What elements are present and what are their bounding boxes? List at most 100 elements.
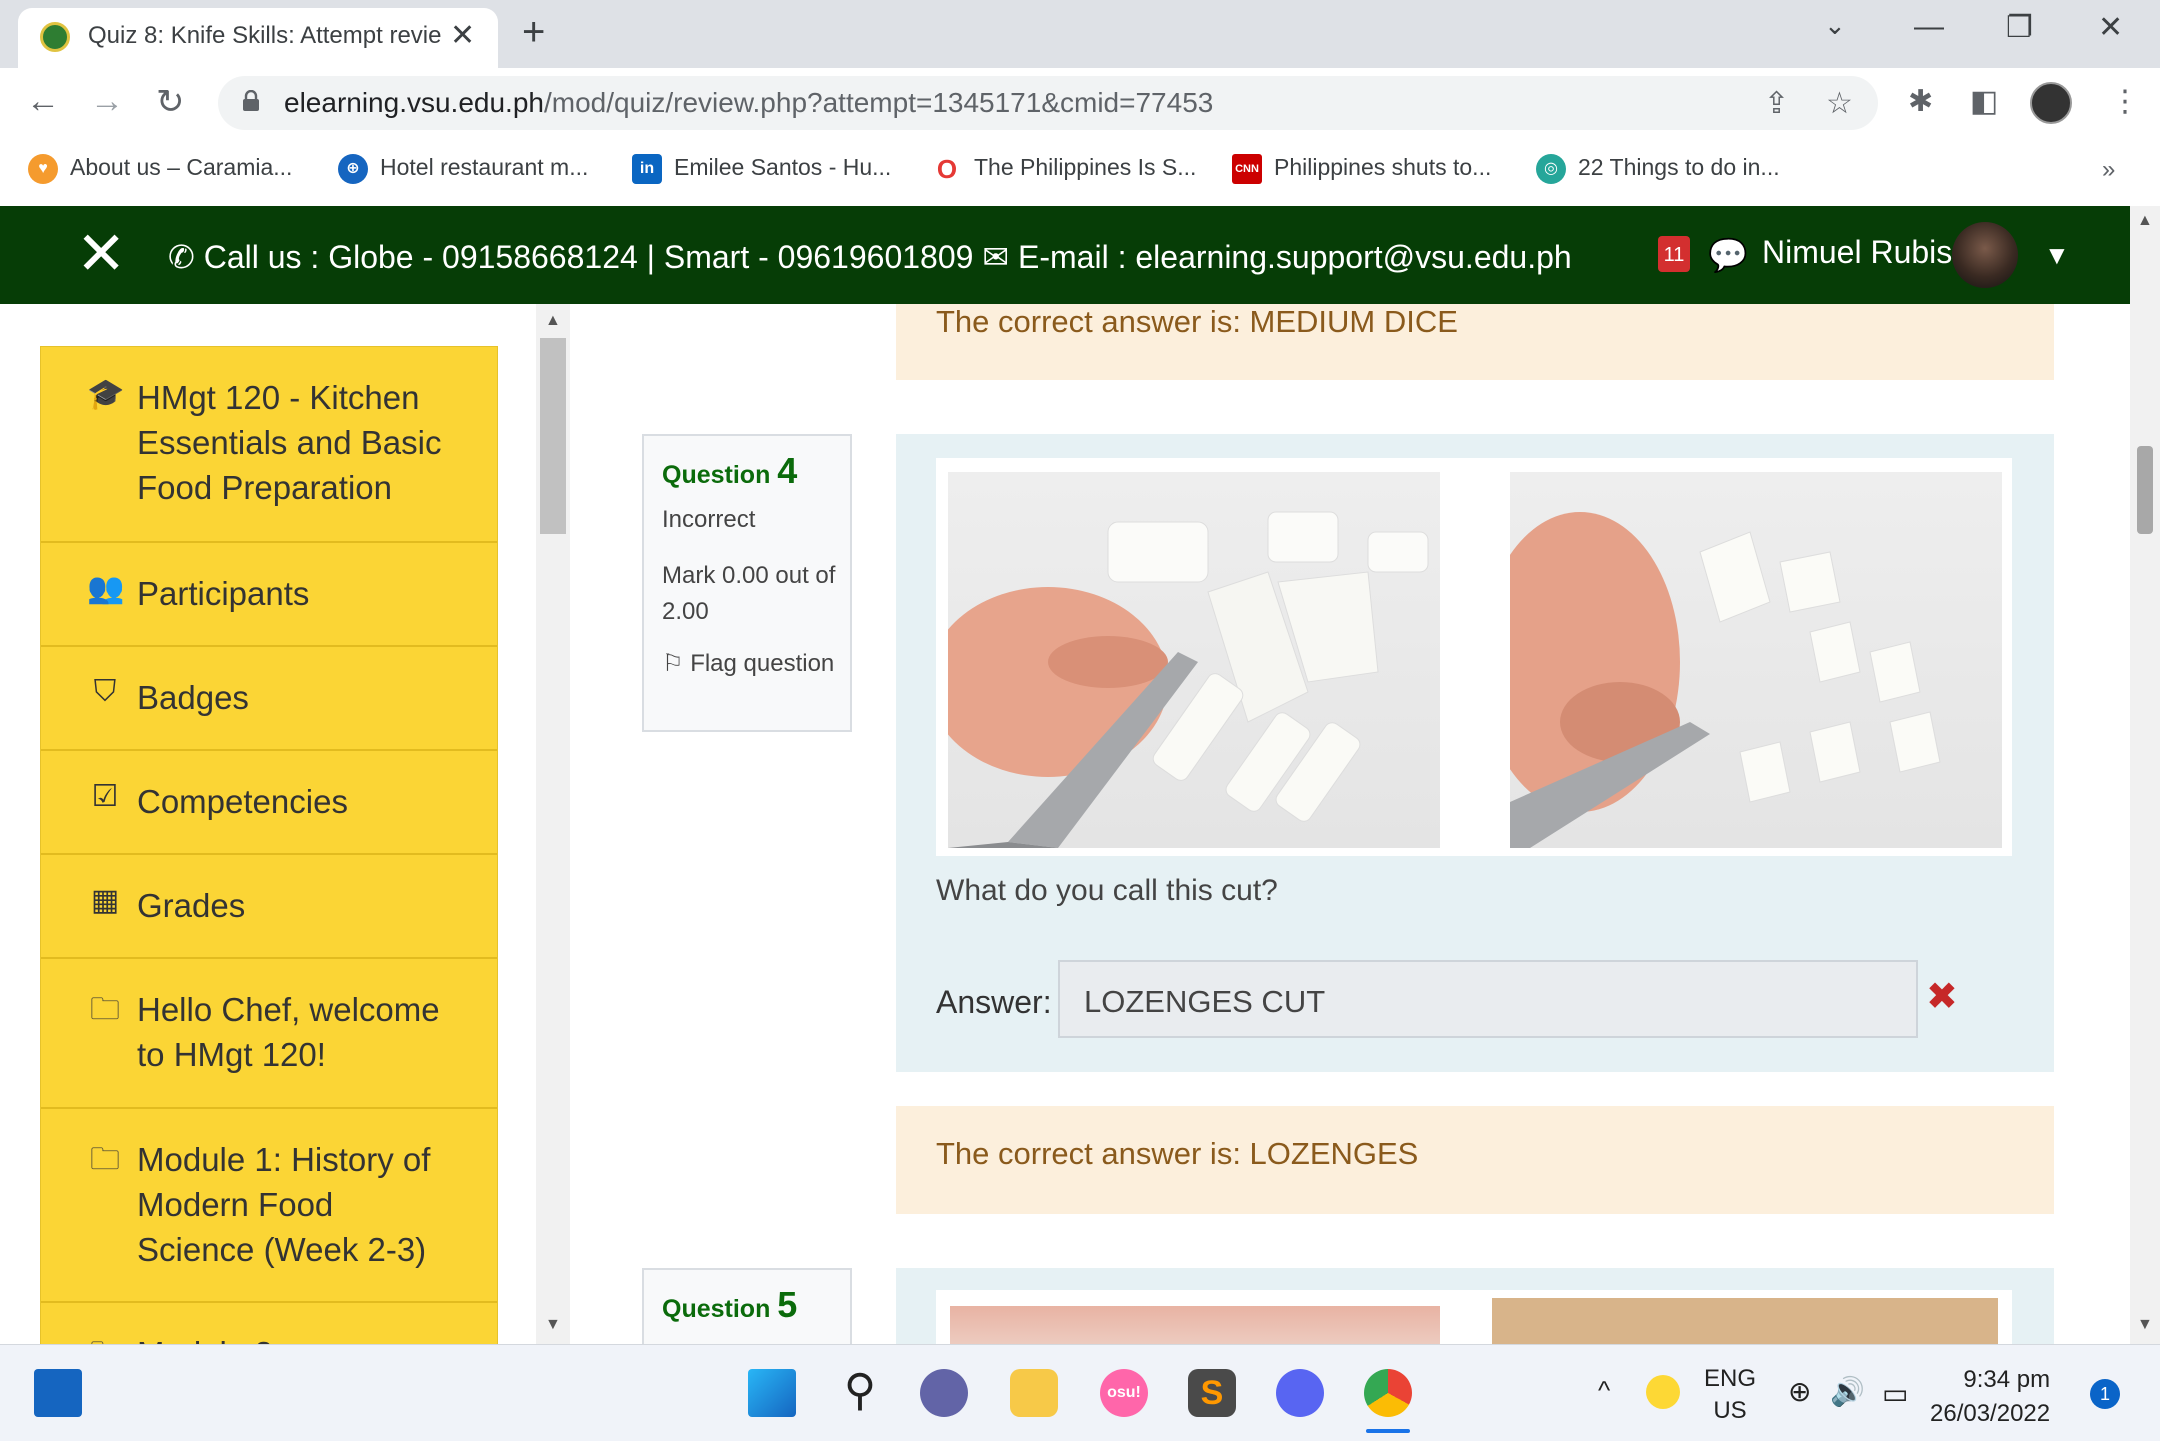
opera-icon: O — [932, 154, 962, 184]
sidebar-item-participants[interactable]: 👥 Participants — [41, 543, 497, 647]
knife-cut-photo-1 — [948, 472, 1440, 848]
flag-icon: ⚐ — [662, 650, 691, 677]
menu-kebab-icon[interactable]: ⋮ — [2110, 84, 2140, 119]
page-scroll-down-icon[interactable]: ▼ — [2137, 1316, 2153, 1334]
extensions-icon[interactable]: ✱ — [1908, 84, 1933, 119]
sidebar-item-course[interactable]: 🎓 HMgt 120 - Kitchen Essentials and Basi… — [41, 347, 497, 543]
bookmark-item[interactable]: ⊕ Hotel restaurant m... — [338, 154, 588, 184]
bookmark-item[interactable]: CNN Philippines shuts to... — [1232, 154, 1491, 184]
answer-field[interactable]: LOZENGES CUT — [1058, 960, 1918, 1038]
language-indicator[interactable]: ENG US — [1704, 1363, 1756, 1427]
question-4-state: Incorrect — [662, 506, 756, 533]
restore-icon[interactable]: ❐ — [2006, 10, 2033, 45]
sidebar-item-label: Participants — [137, 575, 310, 612]
volume-icon[interactable]: 🔊 — [1830, 1375, 1865, 1408]
site-header: ✕ ✆ Call us : Globe - 09158668124 | Smar… — [0, 206, 2160, 304]
bookmark-star-icon[interactable]: ☆ — [1826, 86, 1853, 121]
course-sidebar: 🎓 HMgt 120 - Kitchen Essentials and Basi… — [40, 346, 498, 1346]
folder-icon: 🗀 — [90, 1143, 120, 1176]
url-text[interactable]: elearning.vsu.edu.ph/mod/quiz/review.php… — [284, 87, 1213, 119]
globe-icon: ⊕ — [338, 154, 368, 184]
side-panel-icon[interactable]: ◧ — [1970, 84, 1998, 119]
envelope-icon: ✉ — [982, 239, 1019, 275]
tab-close-icon[interactable]: ✕ — [450, 18, 475, 53]
question-image — [936, 458, 2012, 856]
windows-taskbar: ⚲ osu! S ^ ENG US ⊕ 🔊 ▭ 9:34 pm 26/03/20… — [0, 1344, 2160, 1441]
flag-question-button[interactable]: ⚐ Flag question — [662, 646, 842, 682]
teams-chat-icon[interactable] — [920, 1369, 968, 1417]
sublime-text-icon[interactable]: S — [1188, 1369, 1236, 1417]
battery-icon[interactable]: ▭ — [1882, 1377, 1908, 1410]
widgets-icon[interactable] — [34, 1369, 82, 1417]
back-icon[interactable]: ← — [26, 82, 60, 121]
sidebar-item-hello-chef[interactable]: 🗀 Hello Chef, welcome to HMgt 120! — [41, 959, 497, 1109]
bookmark-item[interactable]: in Emilee Santos - Hu... — [632, 154, 891, 184]
notification-center-badge[interactable]: 1 — [2090, 1379, 2120, 1409]
sidebar-item-label: Module 1: History of Modern Food Science… — [137, 1141, 431, 1268]
question-5-number: Question 5 — [662, 1284, 798, 1325]
chrome-icon[interactable] — [1364, 1369, 1412, 1417]
phone-icon: ✆ — [168, 239, 204, 275]
knife-cut-photo-2 — [1510, 472, 2002, 848]
file-explorer-icon[interactable] — [1010, 1369, 1058, 1417]
share-icon[interactable]: ⇪ — [1764, 86, 1789, 121]
browser-tab-active[interactable]: Quiz 8: Knife Skills: Attempt revie ✕ — [18, 8, 498, 70]
page-scrollbar-thumb[interactable] — [2137, 446, 2153, 534]
discord-icon[interactable] — [1276, 1369, 1324, 1417]
more-bookmarks-icon[interactable]: » — [2102, 156, 2115, 184]
header-contact: ✆ Call us : Globe - 09158668124 | Smart … — [168, 238, 1572, 276]
notification-bell-icon[interactable]: 11 — [1658, 236, 1690, 272]
user-name[interactable]: Nimuel Rubis — [1762, 234, 1952, 271]
tab-title: Quiz 8: Knife Skills: Attempt revie — [88, 22, 442, 49]
reload-icon[interactable]: ↻ — [156, 82, 185, 122]
profile-avatar[interactable] — [2030, 82, 2072, 124]
user-avatar[interactable] — [1952, 222, 2018, 288]
sidebar-item-competencies[interactable]: ☑ Competencies — [41, 751, 497, 855]
osu-icon[interactable]: osu! — [1100, 1369, 1148, 1417]
page-scroll-up-icon[interactable]: ▲ — [2137, 212, 2153, 230]
sidebar-item-grades[interactable]: ▦ Grades — [41, 855, 497, 959]
forward-icon[interactable]: → — [90, 82, 124, 121]
taskbar-clock[interactable]: 9:34 pm 26/03/2022 — [1930, 1363, 2050, 1431]
browser-tab-strip: Quiz 8: Knife Skills: Attempt revie ✕ + … — [0, 0, 2160, 70]
folder-icon: 🗀 — [90, 993, 120, 1026]
tray-app-icon[interactable] — [1646, 1375, 1680, 1409]
answer-label: Answer: — [936, 984, 1052, 1020]
bookmark-item[interactable]: ♥ About us – Caramia... — [28, 154, 292, 184]
browser-toolbar: ← → ↻ elearning.vsu.edu.ph/mod/quiz/revi… — [0, 68, 2160, 138]
sidebar-item-module-2[interactable]: 🗀 Module 2 — [41, 1303, 497, 1345]
sidebar-scroll-up-icon[interactable]: ▲ — [545, 312, 561, 330]
chat-icon[interactable]: 💬 — [1708, 236, 1748, 274]
contact-phones: Call us : Globe - 09158668124 | Smart - … — [203, 239, 974, 275]
bookmark-item[interactable]: O The Philippines Is S... — [932, 154, 1196, 184]
start-windows-icon[interactable] — [748, 1369, 796, 1417]
tab-search-icon[interactable]: ⌄ — [1824, 10, 1846, 41]
bookmark-item[interactable]: ◎ 22 Things to do in... — [1536, 154, 1780, 184]
sidebar-scroll-down-icon[interactable]: ▼ — [545, 1316, 561, 1334]
minimize-icon[interactable]: — — [1914, 10, 1944, 44]
clock-time: 9:34 pm — [1963, 1366, 2051, 1393]
sidebar-item-badges[interactable]: ⛉ Badges — [41, 647, 497, 751]
network-icon[interactable]: ⊕ — [1788, 1375, 1811, 1408]
linkedin-icon: in — [632, 154, 662, 184]
correct-answer-box: The correct answer is: LOZENGES — [896, 1106, 2054, 1214]
page-scrollbar[interactable] — [2130, 206, 2160, 1344]
close-drawer-icon[interactable]: ✕ — [76, 224, 126, 284]
question-text: What do you call this cut? — [936, 874, 1278, 907]
bookmarks-bar: ♥ About us – Caramia... ⊕ Hotel restaurant… — [0, 138, 2160, 207]
new-tab-button[interactable]: + — [522, 10, 545, 55]
sidebar-item-module-1[interactable]: 🗀 Module 1: History of Modern Food Scien… — [41, 1109, 497, 1303]
sidebar-scrollbar-thumb[interactable] — [540, 338, 566, 534]
contact-email[interactable]: E-mail : elearning.support@vsu.edu.ph — [1018, 239, 1572, 275]
site-favicon-icon — [40, 22, 70, 52]
close-window-icon[interactable]: ✕ — [2098, 10, 2123, 45]
tray-overflow-icon[interactable]: ^ — [1598, 1375, 1610, 1406]
sidebar-item-label: Badges — [137, 679, 249, 716]
user-menu-caret-icon[interactable]: ▼ — [2044, 240, 2070, 271]
heart-icon: ♥ — [28, 154, 58, 184]
search-icon[interactable]: ⚲ — [836, 1369, 884, 1417]
address-bar[interactable]: elearning.vsu.edu.ph/mod/quiz/review.php… — [218, 76, 1878, 130]
shield-icon: ⛉ — [93, 675, 117, 708]
checkbox-icon: ☑ — [91, 780, 119, 813]
clock-date: 26/03/2022 — [1930, 1400, 2051, 1427]
